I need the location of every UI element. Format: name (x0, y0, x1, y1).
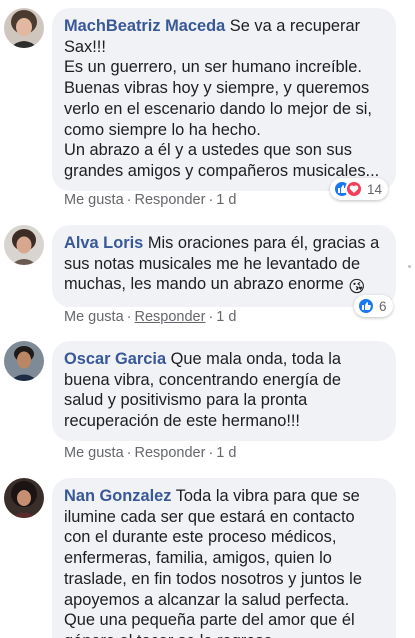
like-link[interactable]: Me gusta (64, 309, 124, 325)
separator: · (126, 309, 132, 325)
avatar[interactable] (4, 225, 44, 265)
comments-feed: MachBeatriz Maceda Se va a recuperar Sax… (0, 0, 415, 638)
comment-author[interactable]: Alva Loris (64, 234, 143, 252)
separator: · (208, 192, 214, 208)
reply-link[interactable]: Responder (135, 445, 206, 461)
reaction-summary[interactable]: 14 (330, 178, 389, 200)
avatar[interactable] (4, 341, 44, 381)
comment-bubble: MachBeatriz Maceda Se va a recuperar Sax… (52, 8, 396, 191)
comment-actions: Me gusta · Responder · 1 d (64, 309, 236, 325)
comment-bubble: Oscar Garcia Que mala onda, toda la buen… (52, 341, 396, 441)
comment-bubble: Alva Loris Mis oraciones para él, gracia… (52, 225, 396, 308)
like-link[interactable]: Me gusta (64, 445, 124, 461)
separator: · (208, 445, 214, 461)
avatar[interactable] (4, 478, 44, 518)
comment-actions: Me gusta · Responder · 1 d (64, 192, 236, 208)
comment-author[interactable]: Oscar Garcia (64, 350, 166, 368)
separator: · (126, 445, 132, 461)
like-link[interactable]: Me gusta (64, 192, 124, 208)
love-icon (345, 180, 363, 198)
scroll-indicator-dot (408, 265, 411, 268)
reply-link[interactable]: Responder (135, 309, 206, 325)
comment-text: Toda la vibra para que se ilumine cada s… (64, 487, 362, 638)
comment-actions: Me gusta · Responder · 1 d (64, 445, 236, 461)
reply-link[interactable]: Responder (135, 192, 206, 208)
separator: · (126, 192, 132, 208)
comment-timestamp[interactable]: 1 d (216, 445, 236, 461)
comment-author[interactable]: Nan Gonzalez (64, 487, 171, 505)
like-icon (357, 297, 375, 315)
comment-bubble: Nan Gonzalez Toda la vibra para que se i… (52, 478, 396, 638)
reaction-summary[interactable]: 6 (354, 295, 393, 317)
comment-text: Se va a recuperar Sax!!! Es un guerrero,… (64, 17, 380, 180)
comment-timestamp[interactable]: 1 d (216, 309, 236, 325)
reaction-count: 14 (367, 181, 383, 197)
comment-timestamp[interactable]: 1 d (216, 192, 236, 208)
separator: · (208, 309, 214, 325)
reaction-count: 6 (379, 298, 387, 314)
avatar[interactable] (4, 8, 44, 48)
comment-author[interactable]: MachBeatriz Maceda (64, 17, 225, 35)
